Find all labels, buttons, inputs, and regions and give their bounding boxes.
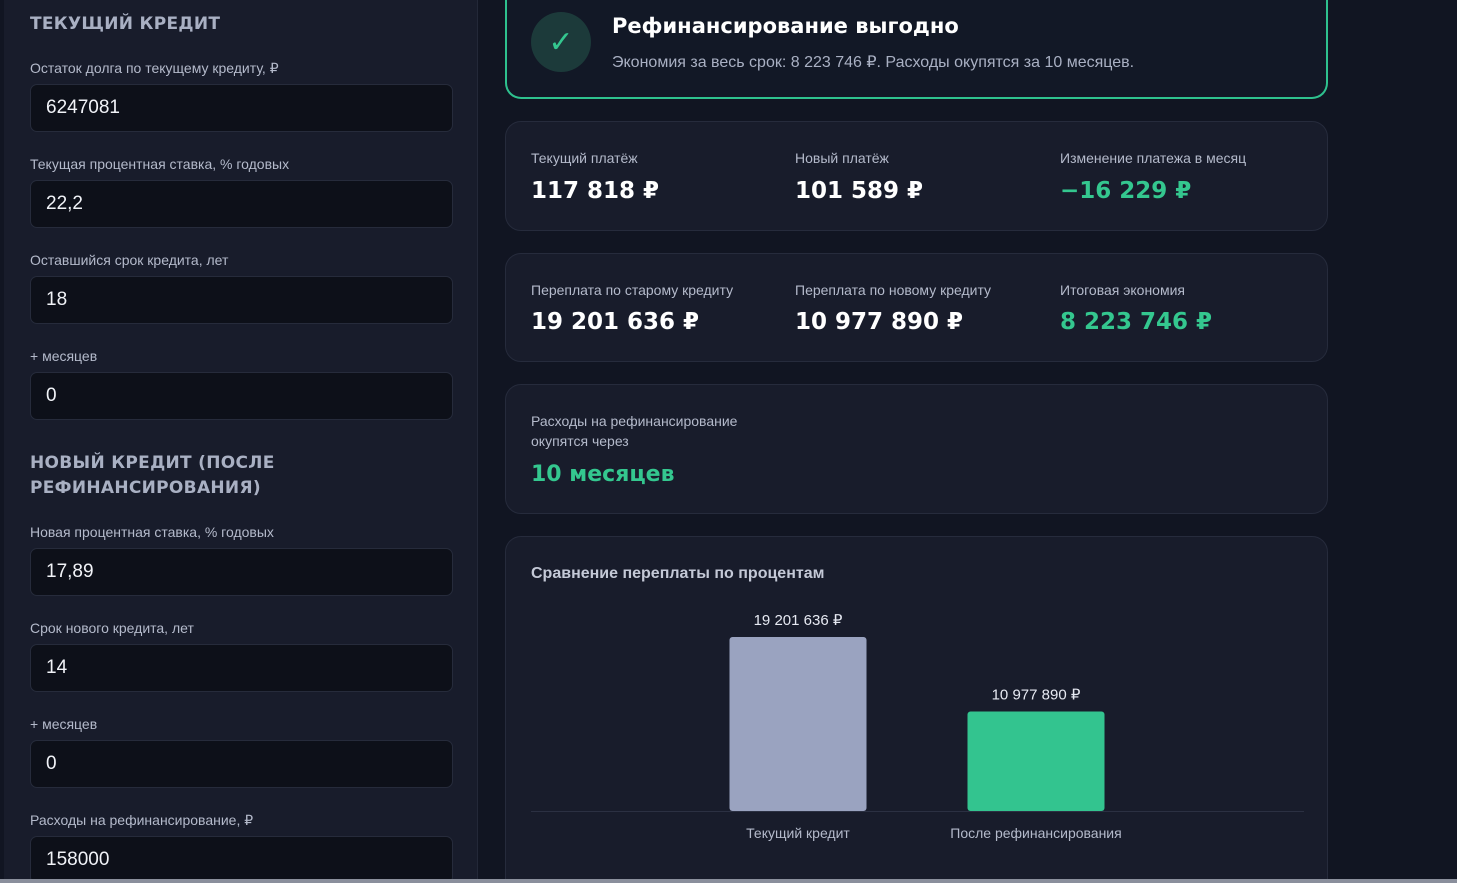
check-icon: ✓ [531, 12, 591, 72]
new-loan-title: НОВЫЙ КРЕДИТ (ПОСЛЕ РЕФИНАНСИРОВАНИЯ) [30, 453, 275, 498]
current-term-years-label: Оставшийся срок кредита, лет [30, 252, 229, 268]
result-banner: ✓ Рефинансирование выгодно Экономия за в… [505, 0, 1328, 99]
new-overpayment-label: Переплата по новому кредиту [795, 282, 992, 298]
chart-bar-1 [729, 637, 867, 811]
chart-value-label-1: 19 201 636 ₽ [754, 612, 843, 629]
new-rate-label: Новая процентная ставка, % годовых [30, 524, 274, 540]
old-overpayment-value: 19 201 636 ₽ [531, 309, 700, 335]
payback-card: Расходы на рефинансирование окупятся чер… [505, 384, 1328, 514]
payback-value: 10 месяцев [531, 462, 675, 487]
current-rate-input[interactable] [30, 180, 453, 228]
payment-change-label: Изменение платежа в месяц [1060, 150, 1247, 166]
new-rate-input[interactable] [30, 548, 453, 596]
new-term-months-input[interactable] [30, 740, 453, 788]
total-savings-label: Итоговая экономия [1060, 282, 1185, 298]
current-term-years-input[interactable] [30, 276, 453, 324]
banner-title: Рефинансирование выгодно [612, 14, 959, 38]
new-term-years-input[interactable] [30, 644, 453, 692]
overpayment-chart: 19 201 636 ₽ Текущий кредит 10 977 890 ₽ По… [531, 612, 1304, 841]
debt-label: Остаток долга по текущему кредиту, ₽ [30, 60, 279, 76]
chart-bar-2 [967, 711, 1105, 811]
new-payment-value: 101 589 ₽ [795, 178, 924, 204]
input-panel: ТЕКУЩИЙ КРЕДИТ Остаток долга по текущему… [4, 0, 478, 883]
chart-card: Сравнение переплаты по процентам 19 201 … [505, 536, 1328, 883]
current-payment-value: 117 818 ₽ [531, 178, 660, 204]
banner-text: Экономия за весь срок: 8 223 746 ₽. Расх… [612, 54, 1135, 71]
new-payment-label: Новый платёж [795, 150, 889, 166]
payback-label: Расходы на рефинансирование окупятся чер… [531, 413, 738, 449]
current-loan-title: ТЕКУЩИЙ КРЕДИТ [30, 14, 221, 34]
overpayment-card: Переплата по старому кредиту 19 201 636 … [505, 253, 1328, 362]
refinance-calculator: ТЕКУЩИЙ КРЕДИТ Остаток долга по текущему… [0, 0, 1457, 883]
current-term-months-label: + месяцев [30, 348, 98, 364]
chart-category-label-2: После рефинансирования [950, 825, 1121, 841]
new-overpayment-value: 10 977 890 ₽ [795, 309, 964, 335]
new-term-months-label: + месяцев [30, 716, 98, 732]
refinance-costs-label: Расходы на рефинансирование, ₽ [30, 812, 254, 828]
window-bottom-edge [0, 879, 1457, 883]
current-term-months-input[interactable] [30, 372, 453, 420]
total-savings-value: 8 223 746 ₽ [1060, 309, 1213, 335]
payments-card: Текущий платёж 117 818 ₽ Новый платёж 10… [505, 121, 1328, 231]
chart-category-label-1: Текущий кредит [746, 825, 850, 841]
current-rate-label: Текущая процентная ставка, % годовых [30, 156, 290, 172]
new-term-years-label: Срок нового кредита, лет [30, 620, 194, 636]
old-overpayment-label: Переплата по старому кредиту [531, 282, 734, 298]
payment-change-value: −16 229 ₽ [1060, 178, 1192, 204]
refinance-costs-input[interactable] [30, 836, 453, 883]
current-payment-label: Текущий платёж [531, 150, 638, 166]
debt-input[interactable] [30, 84, 453, 132]
chart-value-label-2: 10 977 890 ₽ [992, 687, 1081, 704]
